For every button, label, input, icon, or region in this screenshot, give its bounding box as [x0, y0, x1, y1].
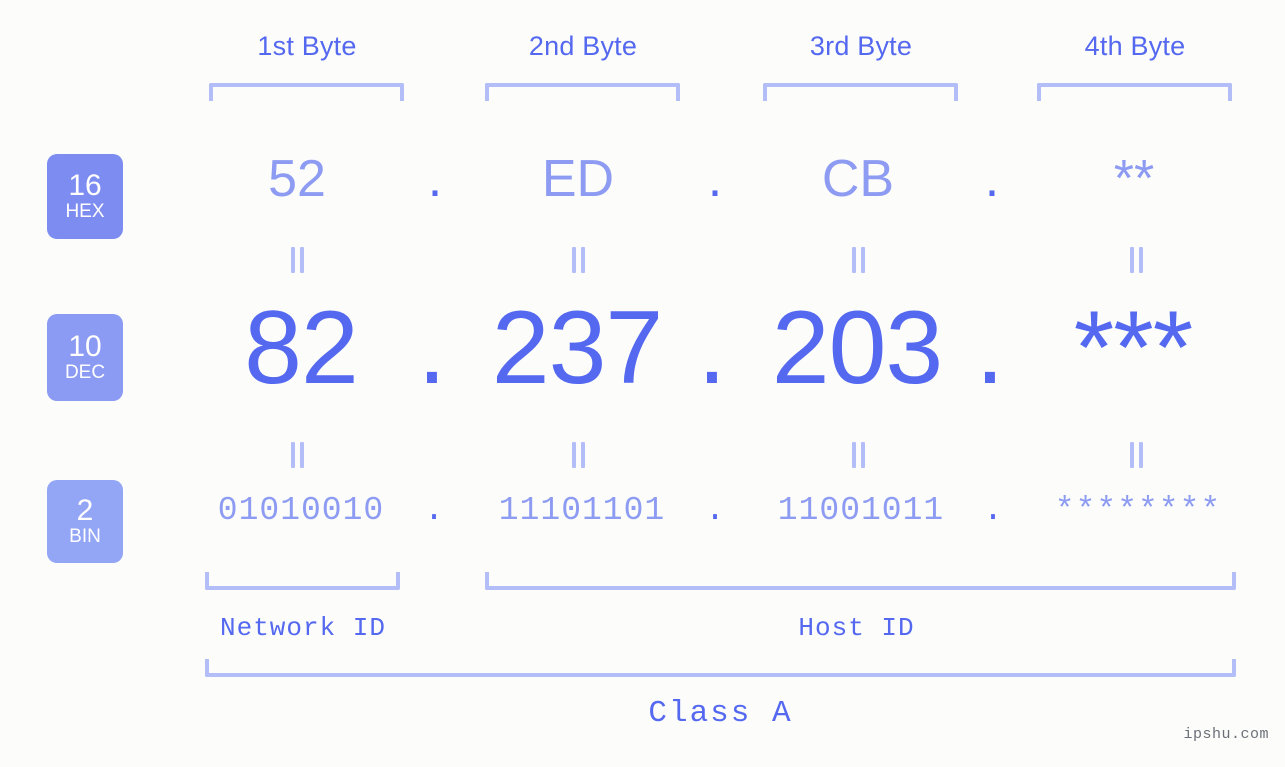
- hex-byte-1: 52: [268, 150, 326, 208]
- byte-bracket-4: [1037, 83, 1232, 101]
- hex-separator-3: .: [984, 150, 1000, 208]
- radix-badge-dec: 10 DEC: [47, 314, 123, 401]
- ip-address-breakdown-diagram: 1st Byte 2nd Byte 3rd Byte 4th Byte 16 H…: [0, 0, 1285, 767]
- equivalence-mark-hex-dec-4: [1127, 247, 1145, 273]
- dec-byte-1: 82: [244, 290, 359, 406]
- bin-byte-1: 01010010: [217, 492, 385, 529]
- bin-byte-4: ********: [1054, 492, 1222, 529]
- byte-header-3: 3rd Byte: [809, 31, 913, 61]
- radix-badge-hex-number: 16: [68, 169, 102, 203]
- dec-separator-1: .: [417, 290, 447, 406]
- equivalence-mark-hex-dec-2: [569, 247, 587, 273]
- class-bracket: [205, 659, 1236, 677]
- byte-header-2: 2nd Byte: [528, 31, 638, 61]
- equivalence-mark-hex-dec-3: [849, 247, 867, 273]
- site-watermark: ipshu.com: [1183, 726, 1269, 743]
- byte-bracket-1: [209, 83, 404, 101]
- bin-separator-1: .: [424, 492, 444, 529]
- network-id-bracket: [205, 572, 400, 590]
- hex-separator-2: .: [707, 150, 723, 208]
- bin-separator-3: .: [983, 492, 1003, 529]
- byte-header-1: 1st Byte: [257, 31, 357, 61]
- hex-byte-4: **: [1113, 150, 1155, 208]
- dec-separator-3: .: [975, 290, 1005, 406]
- radix-badge-hex-name: HEX: [65, 201, 105, 223]
- byte-header-4: 4th Byte: [1084, 31, 1186, 61]
- network-id-label: Network ID: [219, 613, 387, 643]
- bin-byte-3: 11001011: [777, 492, 945, 529]
- radix-badge-hex: 16 HEX: [47, 154, 123, 239]
- hex-byte-3: CB: [821, 150, 895, 208]
- equivalence-mark-dec-bin-2: [569, 442, 587, 468]
- radix-badge-bin: 2 BIN: [47, 480, 123, 563]
- byte-bracket-2: [485, 83, 680, 101]
- hex-byte-2: ED: [541, 150, 615, 208]
- dec-byte-3: 203: [771, 290, 944, 406]
- bin-separator-2: .: [705, 492, 725, 529]
- host-id-bracket: [485, 572, 1236, 590]
- radix-badge-bin-name: BIN: [69, 526, 101, 548]
- host-id-label: Host ID: [798, 613, 915, 643]
- equivalence-mark-hex-dec-1: [288, 247, 306, 273]
- byte-bracket-3: [763, 83, 958, 101]
- equivalence-mark-dec-bin-3: [849, 442, 867, 468]
- dec-byte-4: ***: [1073, 290, 1193, 406]
- hex-separator-1: .: [427, 150, 443, 208]
- radix-badge-dec-name: DEC: [64, 362, 106, 384]
- equivalence-mark-dec-bin-4: [1127, 442, 1145, 468]
- radix-badge-bin-number: 2: [76, 494, 94, 528]
- equivalence-mark-dec-bin-1: [288, 442, 306, 468]
- bin-byte-2: 11101101: [498, 492, 666, 529]
- class-label: Class A: [648, 696, 793, 731]
- dec-separator-2: .: [697, 290, 727, 406]
- dec-byte-2: 237: [491, 290, 664, 406]
- radix-badge-dec-number: 10: [68, 330, 102, 364]
